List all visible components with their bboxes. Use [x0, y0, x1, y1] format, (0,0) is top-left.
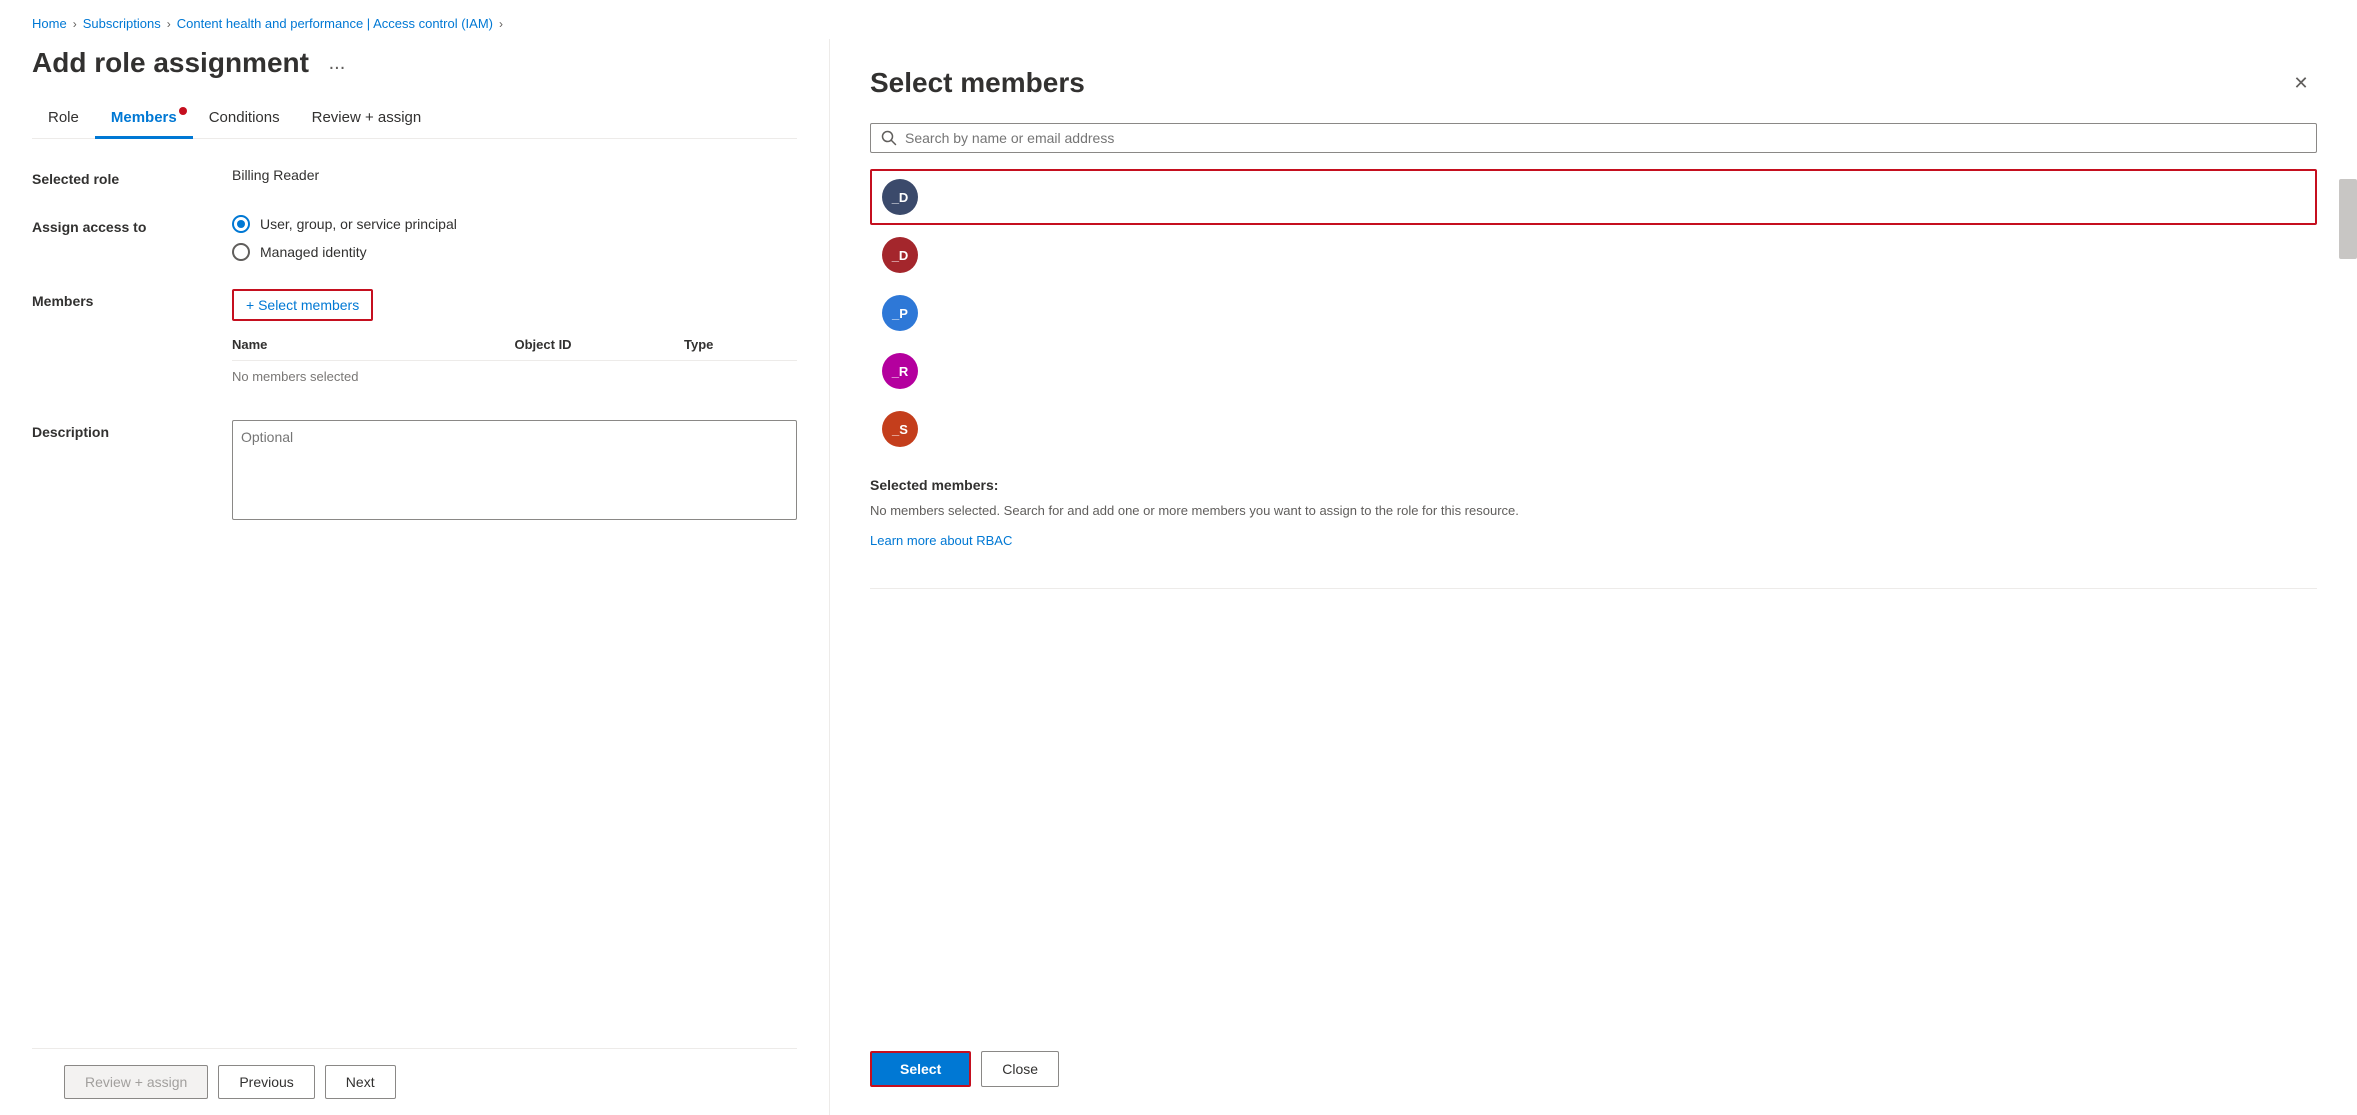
breadcrumb: Home › Subscriptions › Content health an…: [0, 0, 2357, 39]
breadcrumb-sep-2: ›: [167, 17, 171, 31]
scrollbar[interactable]: [2339, 179, 2357, 259]
avatar-5: _S: [882, 411, 918, 447]
breadcrumb-home[interactable]: Home: [32, 16, 67, 31]
user-item-3[interactable]: _P: [870, 285, 2317, 341]
assign-access-value: User, group, or service principal Manage…: [232, 215, 797, 261]
breadcrumb-sep-3: ›: [499, 17, 503, 31]
members-label: Members: [32, 289, 232, 309]
tab-review[interactable]: Review + assign: [296, 99, 438, 139]
selected-role-value: Billing Reader: [232, 167, 797, 183]
close-panel-button[interactable]: ✕: [2285, 67, 2317, 99]
avatar-1: _D: [882, 179, 918, 215]
assign-access-row: Assign access to User, group, or service…: [32, 215, 797, 261]
selected-members-label: Selected members:: [870, 477, 2317, 493]
bottom-bar: Review + assign Previous Next: [32, 1048, 797, 1115]
tab-conditions[interactable]: Conditions: [193, 99, 296, 139]
col-type-header: Type: [684, 329, 797, 361]
select-members-button[interactable]: + Select members: [232, 289, 373, 321]
previous-button[interactable]: Previous: [218, 1065, 314, 1099]
close-icon: ✕: [2293, 73, 2308, 94]
search-box[interactable]: [870, 123, 2317, 153]
tabs-row: Role Members Conditions Review + assign: [32, 99, 797, 139]
description-row: Description: [32, 420, 797, 523]
radio-group: User, group, or service principal Manage…: [232, 215, 797, 261]
user-item-1[interactable]: _D: [870, 169, 2317, 225]
panel-divider: [870, 588, 2317, 589]
radio-user-group[interactable]: User, group, or service principal: [232, 215, 797, 233]
next-button[interactable]: Next: [325, 1065, 396, 1099]
search-icon: [881, 130, 897, 146]
description-label: Description: [32, 420, 232, 440]
selected-role-row: Selected role Billing Reader: [32, 167, 797, 187]
radio-managed-identity[interactable]: Managed identity: [232, 243, 797, 261]
breadcrumb-sep-1: ›: [73, 17, 77, 31]
members-tab-dot: [179, 107, 187, 115]
right-panel: Select members ✕ _D _D _P: [830, 39, 2357, 1115]
form-section: Selected role Billing Reader Assign acce…: [32, 167, 797, 1048]
breadcrumb-iam[interactable]: Content health and performance | Access …: [177, 16, 493, 31]
table-row-empty: No members selected: [232, 361, 797, 393]
select-button[interactable]: Select: [870, 1051, 971, 1087]
members-row: Members + Select members Name Object ID …: [32, 289, 797, 392]
page-title-row: Add role assignment ...: [32, 39, 797, 99]
page-title: Add role assignment: [32, 47, 309, 79]
members-table: Name Object ID Type No members selected: [232, 329, 797, 392]
members-value: + Select members Name Object ID Type No …: [232, 289, 797, 392]
ellipsis-button[interactable]: ...: [321, 47, 353, 79]
panel-bottom-buttons: Select Close: [870, 1035, 2317, 1087]
close-button[interactable]: Close: [981, 1051, 1059, 1087]
no-members-cell: No members selected: [232, 361, 797, 393]
avatar-4: _R: [882, 353, 918, 389]
description-value: [232, 420, 797, 523]
description-textarea[interactable]: [232, 420, 797, 520]
user-item-5[interactable]: _S: [870, 401, 2317, 457]
panel-header: Select members ✕: [870, 67, 2317, 99]
no-members-text: No members selected. Search for and add …: [870, 501, 2317, 521]
breadcrumb-subscriptions[interactable]: Subscriptions: [83, 16, 161, 31]
search-input[interactable]: [905, 130, 2306, 146]
avatar-2: _D: [882, 237, 918, 273]
review-assign-button: Review + assign: [64, 1065, 208, 1099]
tab-members[interactable]: Members: [95, 99, 193, 139]
radio-circle-2: [232, 243, 250, 261]
panel-title: Select members: [870, 67, 1085, 99]
main-container: Add role assignment ... Role Members Con…: [0, 39, 2357, 1115]
rbac-link[interactable]: Learn more about RBAC: [870, 533, 2317, 548]
left-panel: Add role assignment ... Role Members Con…: [0, 39, 830, 1115]
col-objectid-header: Object ID: [515, 329, 685, 361]
assign-access-label: Assign access to: [32, 215, 232, 235]
avatar-3: _P: [882, 295, 918, 331]
col-name-header: Name: [232, 329, 515, 361]
user-item-2[interactable]: _D: [870, 227, 2317, 283]
user-item-4[interactable]: _R: [870, 343, 2317, 399]
selected-role-label: Selected role: [32, 167, 232, 187]
user-list: _D _D _P _R _S: [870, 169, 2317, 457]
tab-role[interactable]: Role: [32, 99, 95, 139]
radio-circle-1: [232, 215, 250, 233]
